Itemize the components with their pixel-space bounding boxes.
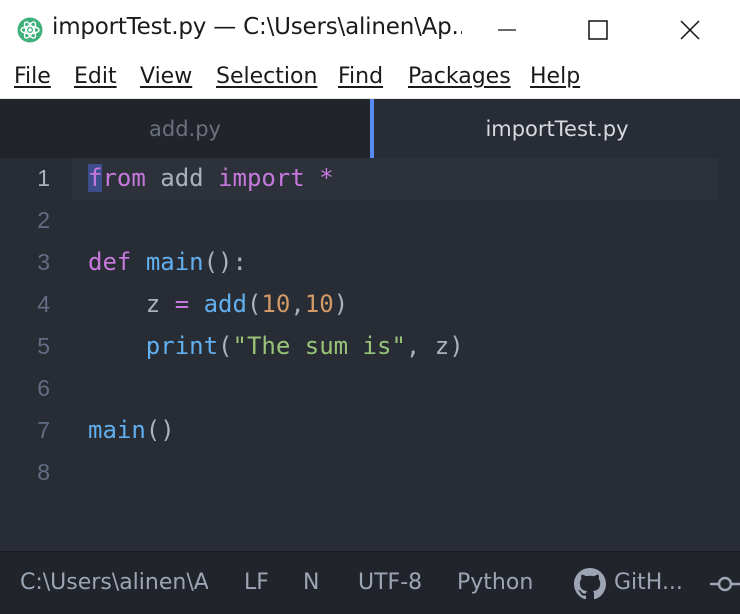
window-title: importTest.py — C:\Users\alinen\Ap... [52,14,462,40]
menu-edit[interactable]: Edit [74,64,117,89]
menu-view[interactable]: View [140,64,192,89]
line-number: 6 [37,375,50,401]
status-encoding[interactable]: UTF-8 [358,570,422,595]
code-line[interactable]: 3 def main(): [0,242,740,284]
line-number: 8 [37,459,50,485]
line-code[interactable]: print("The sum is", z) [88,332,464,360]
line-number: 4 [37,291,50,317]
atom-icon [17,17,43,43]
text-cursor: f [88,164,103,192]
code-line[interactable]: 5 print("The sum is", z) [0,326,740,368]
minimize-button[interactable] [487,12,527,48]
maximize-icon [588,20,608,40]
line-code[interactable]: z = add(10,10) [88,290,348,318]
menu-help-label: Help [530,64,581,89]
line-code[interactable]: main() [88,416,175,444]
code-line[interactable]: 1 from add import * [0,158,740,200]
tab-add-py[interactable]: add.py [0,99,370,158]
menu-view-label: View [140,64,193,89]
minimize-icon [498,29,516,31]
menu-edit-label: Edit [74,64,117,89]
git-commit-icon[interactable] [710,572,740,602]
menu-bar: File Edit View Selection Find Packages H… [0,60,740,99]
code-line[interactable]: 7 main() [0,410,740,452]
menu-selection-label: Selection [216,64,318,89]
code-line[interactable]: 4 z = add(10,10) [0,284,740,326]
line-code[interactable]: from add import * [88,164,334,192]
menu-file[interactable]: File [14,64,51,89]
menu-file-label: File [14,64,51,89]
status-line-ending[interactable]: LF [244,570,269,595]
tab-importtest-py[interactable]: importTest.py [370,99,740,158]
line-number: 3 [37,249,50,275]
tab-label: add.py [149,116,221,141]
line-number: 2 [37,207,50,233]
line-number: 1 [37,165,50,191]
status-grammar[interactable]: Python [457,570,533,595]
github-icon[interactable] [574,568,606,606]
code-line[interactable]: 2 [0,200,740,242]
line-code[interactable]: def main(): [88,248,247,276]
menu-selection[interactable]: Selection [216,64,317,89]
code-line[interactable]: 6 [0,368,740,410]
menu-find[interactable]: Find [338,64,383,89]
close-icon [680,20,700,40]
line-number: 5 [37,333,50,359]
status-github[interactable]: GitH... [614,570,683,595]
code-editor[interactable]: 1 from add import * 2 3 def main(): 4 z … [0,158,740,550]
close-button[interactable] [670,12,710,48]
menu-packages-label: Packages [408,64,511,89]
tab-bar: add.py importTest.py [0,99,740,158]
status-indicator[interactable]: N [303,570,319,595]
menu-help[interactable]: Help [530,64,580,89]
status-file-path[interactable]: C:\Users\alinen\Ap [20,570,208,595]
title-bar: importTest.py — C:\Users\alinen\Ap... [0,0,740,60]
menu-find-label: Find [338,64,384,89]
code-line[interactable]: 8 [0,452,740,494]
menu-packages[interactable]: Packages [408,64,511,89]
line-number: 7 [37,417,50,443]
maximize-button[interactable] [578,12,618,48]
tab-label: importTest.py [485,116,629,141]
status-bar: C:\Users\alinen\Ap LF N UTF-8 Python Git… [0,551,740,614]
